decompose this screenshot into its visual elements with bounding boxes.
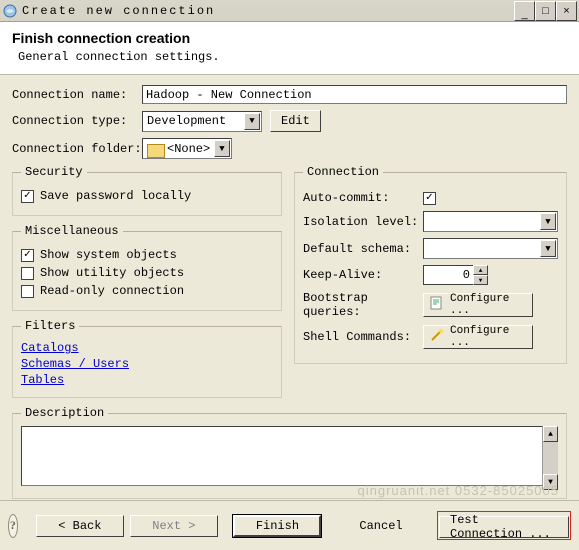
wizard-header: Finish connection creation General conne…: [0, 22, 579, 75]
keepalive-spinner[interactable]: ▲ ▼: [423, 265, 488, 285]
next-button: Next >: [130, 515, 218, 537]
save-password-label: Save password locally: [40, 189, 191, 203]
wizard-footer: ? < Back Next > Finish Cancel Test Conne…: [0, 500, 579, 550]
save-password-checkbox[interactable]: ✓: [21, 190, 34, 203]
show-utility-label: Show utility objects: [40, 266, 184, 280]
connection-type-combo[interactable]: Development ▼: [142, 111, 262, 132]
connection-name-label: Connection name:: [12, 88, 142, 102]
bootstrap-label: Bootstrap queries:: [303, 291, 423, 319]
page-subtitle: General connection settings.: [18, 50, 567, 64]
show-system-checkbox[interactable]: ✓: [21, 249, 34, 262]
description-legend: Description: [21, 406, 108, 420]
security-legend: Security: [21, 165, 87, 179]
filter-schemas-link[interactable]: Schemas / Users: [21, 357, 273, 371]
window-title: Create new connection: [22, 4, 514, 18]
chevron-down-icon[interactable]: ▼: [244, 113, 260, 130]
bootstrap-configure-label: Configure ...: [450, 293, 532, 317]
autocommit-checkbox[interactable]: ✓: [423, 192, 436, 205]
connection-name-input[interactable]: [142, 85, 567, 104]
show-system-label: Show system objects: [40, 248, 177, 262]
close-button[interactable]: ×: [556, 1, 577, 21]
schema-label: Default schema:: [303, 242, 423, 256]
scrollbar[interactable]: ▲ ▼: [542, 426, 558, 490]
bootstrap-configure-button[interactable]: Configure ...: [423, 293, 533, 317]
filter-tables-link[interactable]: Tables: [21, 373, 273, 387]
page-title: Finish connection creation: [12, 30, 567, 46]
watermark: qingruanit.net 0532-85025005: [358, 483, 559, 498]
maximize-button[interactable]: □: [535, 1, 556, 21]
finish-button[interactable]: Finish: [233, 515, 321, 537]
minimize-button[interactable]: _: [514, 1, 535, 21]
shell-configure-label: Configure ...: [450, 325, 532, 349]
app-icon: [2, 3, 18, 19]
readonly-checkbox[interactable]: [21, 285, 34, 298]
connection-folder-label: Connection folder:: [12, 142, 142, 156]
connection-folder-combo[interactable]: <None> ▼: [142, 138, 232, 159]
edit-button[interactable]: Edit: [270, 110, 321, 132]
schema-combo[interactable]: ▼: [423, 238, 558, 259]
filters-group: Filters Catalogs Schemas / Users Tables: [12, 319, 282, 398]
spin-up-icon[interactable]: ▲: [473, 265, 488, 275]
connection-type-label: Connection type:: [12, 114, 142, 128]
misc-group: Miscellaneous ✓ Show system objects Show…: [12, 224, 282, 311]
keepalive-label: Keep-Alive:: [303, 268, 423, 282]
readonly-label: Read-only connection: [40, 284, 184, 298]
shell-configure-button[interactable]: Configure ...: [423, 325, 533, 349]
isolation-combo[interactable]: ▼: [423, 211, 558, 232]
security-group: Security ✓ Save password locally: [12, 165, 282, 216]
autocommit-label: Auto-commit:: [303, 191, 423, 205]
connection-folder-value: <None>: [167, 142, 210, 156]
scroll-up-icon[interactable]: ▲: [543, 426, 558, 442]
connection-type-value: Development: [147, 114, 226, 128]
connection-group: Connection Auto-commit: ✓ Isolation leve…: [294, 165, 567, 364]
test-connection-highlight: Test Connection ...: [437, 511, 571, 540]
chevron-down-icon[interactable]: ▼: [540, 240, 556, 257]
filters-legend: Filters: [21, 319, 79, 333]
shell-label: Shell Commands:: [303, 330, 423, 344]
isolation-label: Isolation level:: [303, 215, 423, 229]
chevron-down-icon[interactable]: ▼: [540, 213, 556, 230]
cancel-button[interactable]: Cancel: [337, 515, 425, 537]
description-textarea[interactable]: [21, 426, 558, 486]
test-connection-button[interactable]: Test Connection ...: [439, 516, 569, 538]
folder-icon: [147, 142, 163, 156]
help-button[interactable]: ?: [8, 514, 18, 538]
titlebar: Create new connection _ □ ×: [0, 0, 579, 22]
show-utility-checkbox[interactable]: [21, 267, 34, 280]
connection-legend: Connection: [303, 165, 383, 179]
filter-catalogs-link[interactable]: Catalogs: [21, 341, 273, 355]
keepalive-input[interactable]: [423, 265, 473, 285]
wand-icon: [430, 328, 444, 346]
spin-down-icon[interactable]: ▼: [473, 275, 488, 285]
misc-legend: Miscellaneous: [21, 224, 123, 238]
script-icon: [430, 296, 444, 314]
back-button[interactable]: < Back: [36, 515, 124, 537]
chevron-down-icon[interactable]: ▼: [214, 140, 230, 157]
